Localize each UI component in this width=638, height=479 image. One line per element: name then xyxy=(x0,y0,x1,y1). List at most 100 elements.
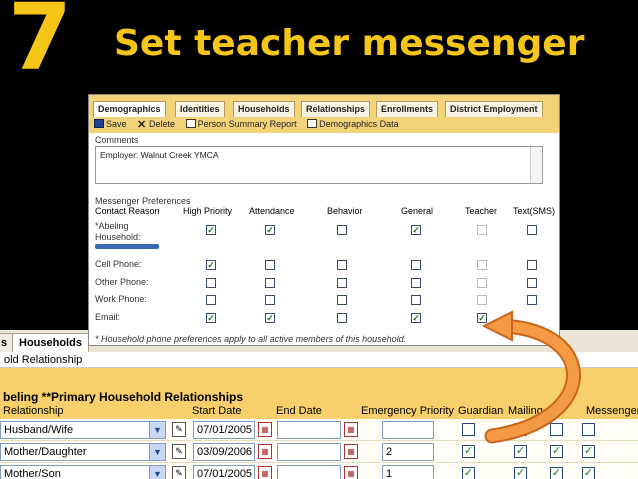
header-contact-reason: Contact Reason xyxy=(95,206,160,216)
relationship-select[interactable]: Husband/Wife ▼ xyxy=(0,421,166,439)
panel-toolbar: Save ✕ Delete Person Summary Report Demog… xyxy=(89,117,559,133)
dropdown-arrow-icon[interactable]: ▼ xyxy=(149,444,165,460)
tab-enrollments[interactable]: Enrollments xyxy=(376,101,439,117)
high-priority-checkbox[interactable]: ✓ xyxy=(206,260,216,270)
col-end-date: End Date xyxy=(276,405,322,417)
tab-households[interactable]: Households xyxy=(12,333,89,352)
end-date-input[interactable] xyxy=(277,443,341,461)
high-priority-checkbox[interactable]: ✓ xyxy=(206,225,216,235)
calendar-icon[interactable]: ▦ xyxy=(344,444,358,459)
dropdown-arrow-icon[interactable]: ▼ xyxy=(149,466,165,479)
start-date-input[interactable]: 03/09/2006 xyxy=(193,443,255,461)
comments-scrollbar[interactable] xyxy=(530,147,542,183)
messenger-checkbox[interactable]: ✓ xyxy=(582,467,595,479)
header-high-priority: High Priority xyxy=(183,206,233,216)
general-checkbox[interactable] xyxy=(411,260,421,270)
start-date-input[interactable]: 07/01/2005 xyxy=(193,465,255,479)
teacher-checkbox[interactable] xyxy=(477,260,487,270)
step-number: 7 xyxy=(8,0,73,91)
text-sms-checkbox[interactable] xyxy=(527,260,537,270)
delete-button[interactable]: ✕ Delete xyxy=(137,119,179,131)
calendar-icon[interactable]: ▦ xyxy=(344,422,358,437)
comments-value: Employer: Walnut Creek YMCA xyxy=(100,150,219,160)
attendance-checkbox[interactable] xyxy=(265,260,275,270)
relationship-select[interactable]: Mother/Daughter ▼ xyxy=(0,443,166,461)
general-checkbox[interactable] xyxy=(411,278,421,288)
attendance-checkbox[interactable]: ✓ xyxy=(265,313,275,323)
priority-input[interactable] xyxy=(382,421,434,439)
general-checkbox[interactable]: ✓ xyxy=(411,313,421,323)
high-priority-checkbox[interactable] xyxy=(206,278,216,288)
general-checkbox[interactable]: ✓ xyxy=(411,225,421,235)
floppy-icon xyxy=(94,119,104,128)
demographics-data-button[interactable]: Demographics Data xyxy=(307,119,403,129)
household-name-highlight xyxy=(95,244,159,249)
attendance-checkbox[interactable] xyxy=(265,295,275,305)
attendance-checkbox[interactable]: ✓ xyxy=(265,225,275,235)
text-sms-checkbox[interactable] xyxy=(527,225,537,235)
tab-households-panel[interactable]: Households xyxy=(233,101,295,117)
col-messenger: Messenger xyxy=(586,405,638,417)
save-button[interactable]: Save xyxy=(94,119,131,129)
col-emergency-priority: Emergency Priority xyxy=(361,405,454,417)
panel-tabs: Demographics Identities Households Relat… xyxy=(89,95,559,117)
note-icon[interactable]: ✎ xyxy=(172,466,186,479)
priority-value: 1 xyxy=(386,468,393,479)
comments-textarea[interactable]: Employer: Walnut Creek YMCA xyxy=(95,146,543,184)
end-date-input[interactable] xyxy=(277,421,341,439)
teacher-checkbox[interactable] xyxy=(477,278,487,288)
messenger-preferences-title: Messenger Preferences xyxy=(95,196,191,206)
comments-label: Comments xyxy=(95,135,139,145)
high-priority-checkbox[interactable] xyxy=(206,295,216,305)
attendance-checkbox[interactable] xyxy=(265,278,275,288)
col-start-date: Start Date xyxy=(192,405,242,417)
behavior-checkbox[interactable] xyxy=(337,295,347,305)
dropdown-arrow-icon[interactable]: ▼ xyxy=(149,422,165,438)
relationship-row: Mother/Son ▼ ✎ 07/01/2005 ▦ ▦ 1 ✓ ✓ ✓ ✓ xyxy=(0,463,638,479)
high-priority-checkbox[interactable]: ✓ xyxy=(206,313,216,323)
col-relationship: Relationship xyxy=(3,405,64,417)
behavior-checkbox[interactable] xyxy=(337,278,347,288)
priority-input[interactable]: 1 xyxy=(382,465,434,479)
person-summary-button[interactable]: Person Summary Report xyxy=(185,119,301,129)
behavior-checkbox[interactable] xyxy=(337,313,347,323)
end-date-input[interactable] xyxy=(277,465,341,479)
header-teacher: Teacher xyxy=(465,206,498,216)
behavior-checkbox[interactable] xyxy=(337,260,347,270)
note-icon[interactable]: ✎ xyxy=(172,422,186,437)
tab-demographics[interactable]: Demographics xyxy=(93,101,166,117)
guardian-checkbox[interactable]: ✓ xyxy=(462,467,475,479)
mailing-secondary-checkbox[interactable]: ✓ xyxy=(550,467,563,479)
calendar-icon[interactable]: ▦ xyxy=(258,422,272,437)
tab-relationships[interactable]: Relationships xyxy=(301,101,371,117)
preference-row-label: Work Phone: xyxy=(95,294,147,304)
demographics-data-label: Demographics Data xyxy=(319,119,399,129)
teacher-checkbox[interactable] xyxy=(477,225,487,235)
general-checkbox[interactable] xyxy=(411,295,421,305)
calendar-icon[interactable]: ▦ xyxy=(258,444,272,459)
preference-row-label: Cell Phone: xyxy=(95,259,142,269)
save-label: Save xyxy=(106,119,127,129)
printer-icon xyxy=(185,119,196,128)
teacher-checkbox[interactable] xyxy=(477,295,487,305)
demographics-panel: Demographics Identities Households Relat… xyxy=(88,94,560,346)
relationship-value: Mother/Son xyxy=(4,468,61,479)
priority-value: 2 xyxy=(386,446,393,458)
arrowhead-icon xyxy=(481,310,513,342)
mailing-checkbox[interactable]: ✓ xyxy=(514,467,527,479)
calendar-icon[interactable]: ▦ xyxy=(258,466,272,479)
priority-input[interactable]: 2 xyxy=(382,443,434,461)
tab-identities[interactable]: Identities xyxy=(175,101,225,117)
text-sms-checkbox[interactable] xyxy=(527,278,537,288)
note-icon[interactable]: ✎ xyxy=(172,444,186,459)
relationship-select[interactable]: Mother/Son ▼ xyxy=(0,465,166,479)
tab-district-employment[interactable]: District Employment xyxy=(445,101,543,117)
household-footnote: * Household phone preferences apply to a… xyxy=(95,334,407,344)
start-date-input[interactable]: 07/01/2005 xyxy=(193,421,255,439)
behavior-checkbox[interactable] xyxy=(337,225,347,235)
slide-title: Set teacher messenger xyxy=(114,23,585,64)
calendar-icon[interactable]: ▦ xyxy=(344,466,358,479)
preference-row-label: Other Phone: xyxy=(95,277,149,287)
delete-x-icon: ✕ xyxy=(137,119,147,131)
text-sms-checkbox[interactable] xyxy=(527,295,537,305)
